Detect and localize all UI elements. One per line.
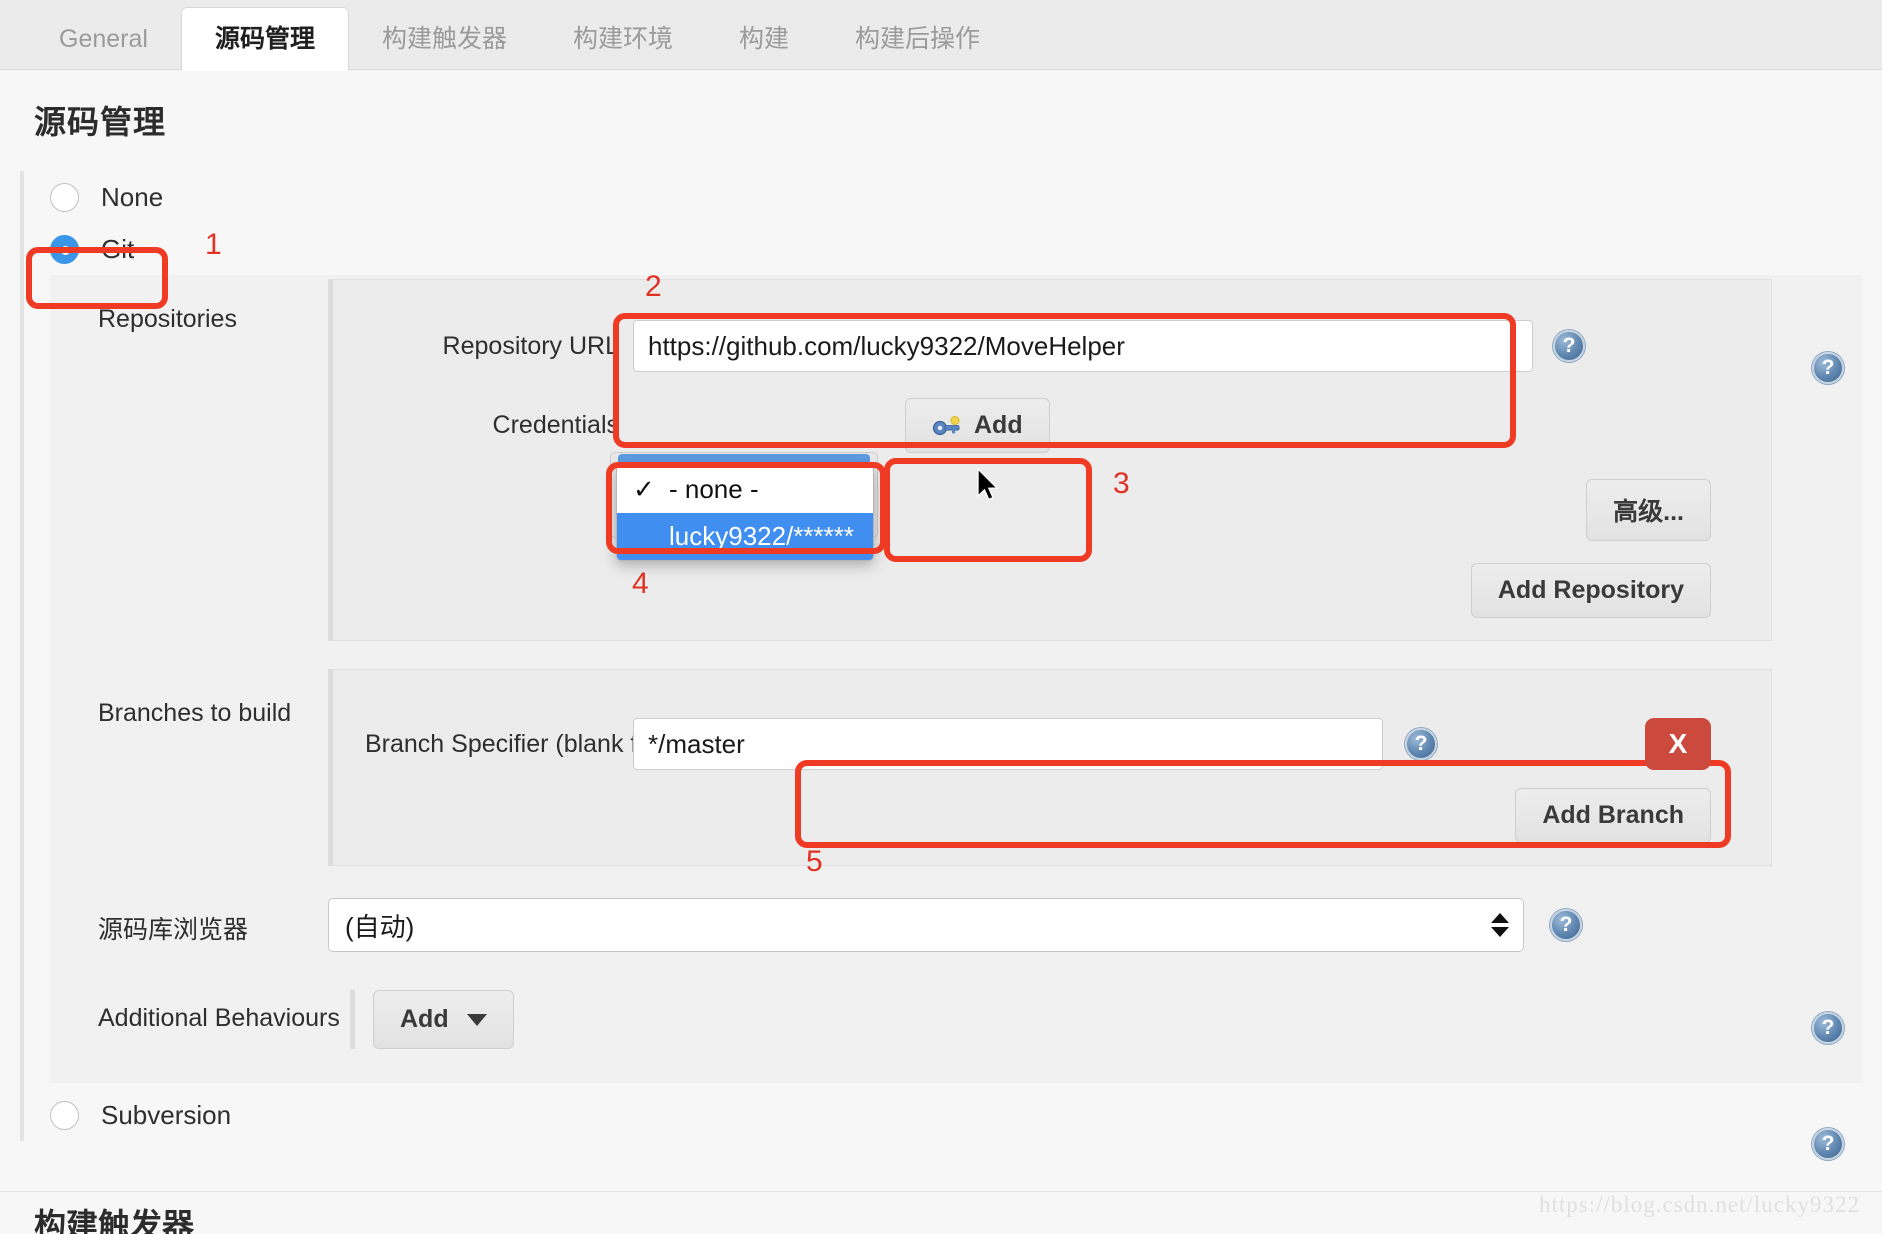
watermark: https://blog.csdn.net/lucky9322 bbox=[1538, 1192, 1860, 1217]
repositories-row: Repositories Repository URL ? Credential… bbox=[50, 275, 1862, 641]
delete-branch-button[interactable]: X bbox=[1645, 718, 1711, 770]
repositories-body: Repository URL ? Credentials bbox=[328, 279, 1862, 641]
tab-source-code-management[interactable]: 源码管理 bbox=[180, 7, 349, 71]
scm-panel: None Git Repositories Repository URL ? bbox=[20, 171, 1862, 1141]
radio-none-label: None bbox=[101, 181, 164, 212]
annotation-number-4: 4 bbox=[632, 567, 649, 600]
branches-label: Branches to build bbox=[98, 699, 292, 727]
repository-url-row: Repository URL ? bbox=[365, 320, 1739, 372]
repository-url-label: Repository URL bbox=[442, 331, 619, 360]
annotation-number-5: 5 bbox=[806, 845, 823, 878]
help-icon-branch-specifier[interactable]: ? bbox=[1405, 728, 1437, 760]
additional-behaviours-label: Additional Behaviours bbox=[98, 1004, 340, 1032]
git-settings-body: Repositories Repository URL ? Credential… bbox=[50, 275, 1862, 1083]
credentials-option-lucky9322[interactable]: lucky9322/****** bbox=[617, 513, 873, 560]
branch-specifier-label: Branch Specifier (blank for 'any') bbox=[365, 729, 725, 758]
add-branch-button[interactable]: Add Branch bbox=[1515, 788, 1711, 843]
advanced-row: 高级... bbox=[365, 479, 1739, 541]
help-icon-repositories-section[interactable]: ? bbox=[1812, 352, 1844, 384]
branches-body: Branch Specifier (blank for 'any') ? Add… bbox=[328, 669, 1862, 866]
repo-browser-select[interactable]: (自动) bbox=[328, 898, 1524, 952]
repo-browser-row: 源码库浏览器 (自动) ? bbox=[50, 866, 1862, 952]
tab-build-triggers[interactable]: 构建触发器 bbox=[349, 8, 540, 70]
branches-row: Branches to build Branch Specifier (blan… bbox=[50, 641, 1862, 866]
credentials-option-none[interactable]: - none - bbox=[617, 466, 873, 513]
additional-behaviours-add-button[interactable]: Add bbox=[373, 990, 514, 1049]
annotation-number-2: 2 bbox=[645, 270, 662, 303]
branch-specifier-row: Branch Specifier (blank for 'any') ? bbox=[365, 718, 1739, 770]
repo-browser-body: (自动) ? bbox=[328, 898, 1862, 952]
credentials-row: Credentials Add bbox=[365, 398, 1739, 453]
tab-list: General 源码管理 构建触发器 构建环境 构建 构建后操作 bbox=[0, 0, 1882, 71]
scm-option-git[interactable]: Git bbox=[24, 223, 1862, 275]
page-content: 源码管理 None Git Repositories Repository UR… bbox=[0, 70, 1882, 1141]
radio-none[interactable] bbox=[50, 182, 79, 212]
help-icon-subversion-section[interactable]: ? bbox=[1812, 1128, 1844, 1160]
help-icon-repository-url[interactable]: ? bbox=[1553, 330, 1585, 362]
help-icon-branches-section[interactable]: ? bbox=[1812, 1012, 1844, 1044]
credentials-select-slot[interactable] bbox=[633, 399, 883, 453]
annotation-number-1: 1 bbox=[205, 228, 222, 261]
credentials-dropdown[interactable]: - none - lucky9322/****** bbox=[616, 465, 874, 561]
radio-subversion[interactable] bbox=[50, 1100, 79, 1130]
bottom-section-title: 构建触发器 bbox=[34, 1207, 195, 1234]
credentials-label: Credentials bbox=[492, 411, 619, 439]
radio-subversion-label: Subversion bbox=[101, 1099, 232, 1130]
help-icon-repo-browser[interactable]: ? bbox=[1550, 909, 1582, 941]
scm-option-none[interactable]: None bbox=[24, 171, 1862, 223]
chevron-down-icon bbox=[466, 1013, 487, 1026]
repo-browser-label: 源码库浏览器 bbox=[98, 916, 249, 944]
annotation-number-3: 3 bbox=[1113, 467, 1130, 500]
key-icon bbox=[932, 415, 960, 435]
repository-url-input[interactable] bbox=[633, 320, 1533, 372]
additional-behaviours-row: Additional Behaviours Add bbox=[50, 952, 1862, 1083]
page-title: 源码管理 bbox=[34, 104, 167, 140]
radio-git-label: Git bbox=[101, 233, 135, 264]
scm-option-subversion[interactable]: Subversion bbox=[24, 1089, 1862, 1141]
tab-build[interactable]: 构建 bbox=[706, 8, 822, 70]
additional-behaviours-group: Add bbox=[350, 990, 514, 1049]
add-repository-row: Add Repository bbox=[365, 563, 1739, 618]
additional-behaviours-body: Add bbox=[350, 990, 1862, 1049]
additional-behaviours-add-label: Add bbox=[400, 1005, 449, 1033]
spinner-arrows-icon bbox=[1491, 913, 1509, 937]
tab-build-environment[interactable]: 构建环境 bbox=[540, 8, 706, 70]
add-credentials-button[interactable]: Add bbox=[905, 398, 1050, 453]
radio-git[interactable] bbox=[50, 234, 79, 264]
branches-subpanel: Branch Specifier (blank for 'any') ? Add… bbox=[328, 669, 1772, 866]
repo-browser-value: (自动) bbox=[345, 911, 415, 942]
add-credentials-label: Add bbox=[974, 411, 1023, 439]
tab-general[interactable]: General bbox=[26, 8, 181, 70]
add-branch-row: Add Branch bbox=[365, 788, 1739, 843]
tab-bar: General 源码管理 构建触发器 构建环境 构建 构建后操作 bbox=[0, 0, 1882, 71]
add-repository-button[interactable]: Add Repository bbox=[1470, 563, 1711, 618]
tab-post-build-actions[interactable]: 构建后操作 bbox=[822, 8, 1013, 70]
repository-subpanel: Repository URL ? Credentials bbox=[328, 279, 1772, 641]
branch-specifier-input[interactable] bbox=[633, 718, 1383, 770]
repositories-label: Repositories bbox=[98, 305, 237, 333]
advanced-button[interactable]: 高级... bbox=[1586, 479, 1711, 541]
